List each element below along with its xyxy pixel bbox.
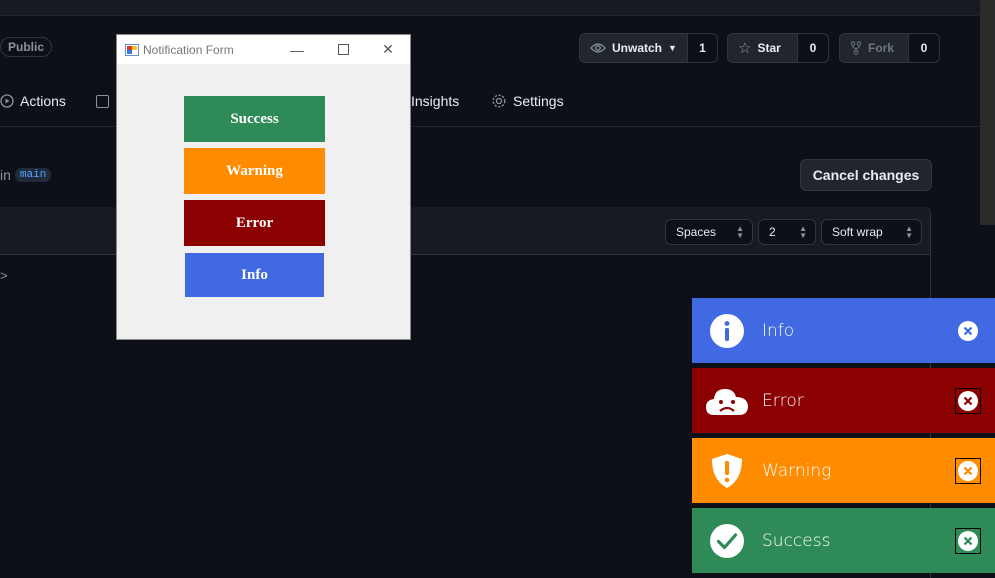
- tab-insights[interactable]: Insights: [411, 93, 459, 109]
- top-strip: [0, 0, 980, 16]
- tab-label: Actions: [20, 93, 66, 109]
- eye-icon: [590, 43, 606, 53]
- warning-button[interactable]: Warning: [184, 148, 325, 194]
- window-titlebar[interactable]: Notification Form — ✕: [117, 35, 410, 64]
- warning-notification: Warning: [692, 438, 995, 503]
- window-title: Notification Form: [143, 42, 234, 57]
- maximize-icon[interactable]: [320, 35, 366, 64]
- tab-label: Insights: [411, 93, 460, 109]
- gear-icon: [492, 94, 506, 108]
- close-circle-icon: [958, 530, 978, 551]
- tab-label: Settings: [513, 93, 564, 109]
- close-notification-button[interactable]: [955, 387, 981, 414]
- watch-count: 1: [687, 34, 717, 62]
- gutter-glyph: >: [0, 268, 8, 283]
- error-notification: Error: [692, 368, 995, 433]
- indent-size-select[interactable]: 2 ▲ ▼: [758, 219, 816, 245]
- star-label: Star: [757, 41, 781, 55]
- branch-line: in main: [0, 167, 52, 183]
- scrollbar[interactable]: [980, 0, 995, 225]
- close-notification-button[interactable]: [955, 457, 981, 484]
- unwatch-button[interactable]: Unwatch ▼: [580, 34, 688, 62]
- shield-exclamation-icon: [712, 453, 742, 488]
- sad-cloud-icon: [706, 388, 748, 415]
- close-icon[interactable]: ✕: [365, 35, 411, 64]
- cancel-changes-button[interactable]: Cancel changes: [800, 159, 932, 191]
- notification-label: Error: [762, 390, 804, 411]
- branch-badge[interactable]: main: [14, 168, 52, 182]
- fork-button[interactable]: Fork: [840, 34, 909, 62]
- notification-label: Warning: [762, 460, 832, 481]
- chevron-down-icon: ▼: [668, 43, 677, 53]
- fork-button-group[interactable]: Fork 0: [839, 33, 940, 63]
- wrap-mode-value: Soft wrap: [832, 225, 883, 239]
- form-app-icon: [125, 43, 139, 56]
- select-arrows-icon: ▲ ▼: [799, 224, 807, 240]
- close-circle-icon: [958, 320, 978, 341]
- close-notification-button[interactable]: [955, 527, 981, 554]
- notification-form-window: Notification Form — ✕ Success Warning Er…: [116, 34, 411, 340]
- play-circle-icon: [0, 94, 14, 108]
- star-icon: ☆: [738, 40, 752, 57]
- info-button[interactable]: Info: [185, 253, 324, 297]
- select-arrows-icon: ▲ ▼: [736, 224, 744, 240]
- success-notification: Success: [692, 508, 995, 573]
- check-circle-icon: [710, 523, 744, 558]
- indent-size-value: 2: [769, 225, 776, 239]
- visibility-badge: Public: [0, 37, 53, 57]
- error-button[interactable]: Error: [184, 200, 325, 246]
- tab-settings[interactable]: Settings: [491, 93, 564, 109]
- notification-label: Info: [762, 320, 795, 341]
- fork-icon: [850, 41, 862, 55]
- minimize-icon[interactable]: —: [274, 35, 320, 64]
- close-circle-icon: [958, 460, 978, 481]
- info-icon: [710, 313, 744, 348]
- indent-mode-select[interactable]: Spaces ▲ ▼: [665, 219, 753, 245]
- watch-button-group[interactable]: Unwatch ▼ 1: [579, 33, 718, 63]
- indent-mode-value: Spaces: [676, 225, 717, 239]
- info-notification: Info: [692, 298, 995, 363]
- tab-actions[interactable]: Actions: [0, 93, 66, 109]
- star-button[interactable]: ☆ Star: [728, 34, 798, 62]
- star-button-group[interactable]: ☆ Star 0: [727, 33, 829, 63]
- close-notification-button[interactable]: [955, 318, 981, 344]
- select-arrows-icon: ▲ ▼: [905, 224, 913, 240]
- fork-count: 0: [909, 34, 939, 62]
- wrap-mode-select[interactable]: Soft wrap ▲ ▼: [821, 219, 922, 245]
- projects-icon[interactable]: [96, 95, 109, 108]
- close-circle-icon: [958, 390, 978, 411]
- star-count: 0: [798, 34, 828, 62]
- notification-label: Success: [762, 530, 831, 551]
- unwatch-label: Unwatch: [612, 41, 663, 55]
- fork-label: Fork: [868, 41, 895, 55]
- in-text: in: [0, 167, 11, 183]
- success-button[interactable]: Success: [184, 96, 325, 142]
